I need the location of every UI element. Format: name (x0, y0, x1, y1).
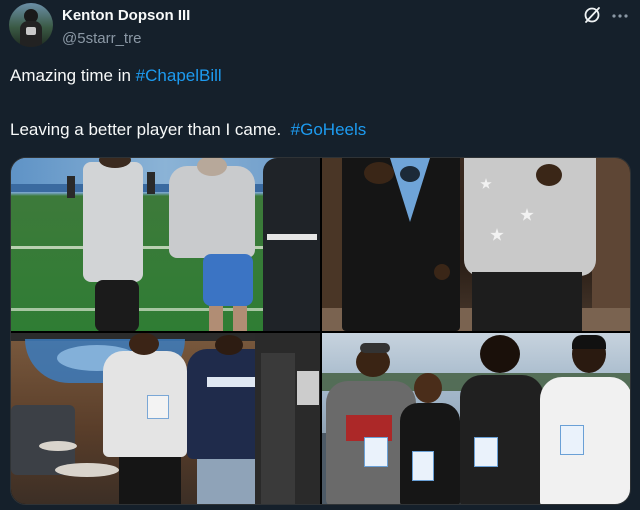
hashtag-link[interactable]: #GoHeels (291, 120, 367, 139)
tweet-text-line-1: Amazing time in #ChapelBill (10, 66, 222, 86)
tweet: Kenton Dopson III @5starr_tre Amazing ti… (0, 0, 640, 510)
photo-4[interactable] (322, 333, 630, 504)
hashtag-link[interactable]: #ChapelBill (136, 66, 222, 85)
author-name[interactable]: Kenton Dopson III (62, 7, 190, 24)
author-handle[interactable]: @5starr_tre (62, 30, 141, 47)
grok-icon[interactable] (582, 5, 602, 25)
photo-2[interactable] (322, 158, 630, 331)
photo-1[interactable] (11, 158, 320, 331)
tweet-text: Leaving a better player than I came. (10, 120, 291, 139)
tweet-text-line-2: Leaving a better player than I came. #Go… (10, 120, 366, 140)
avatar[interactable] (9, 3, 53, 47)
photo-3[interactable] (11, 333, 320, 504)
media-grid (10, 157, 631, 505)
more-icon[interactable] (610, 6, 630, 26)
tweet-text: Amazing time in (10, 66, 136, 85)
